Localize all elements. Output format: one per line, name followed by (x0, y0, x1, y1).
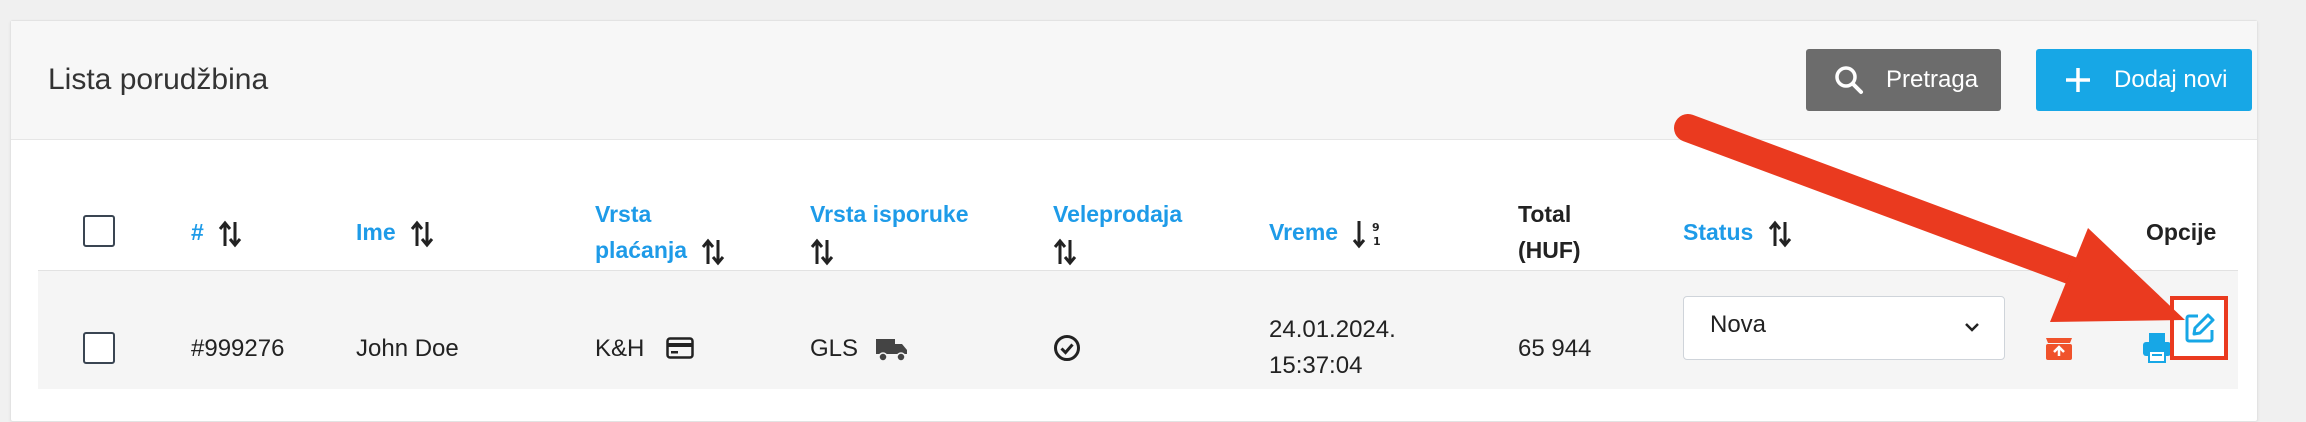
customer-name: John Doe (356, 335, 459, 362)
search-button[interactable]: Pretraga (1806, 49, 2001, 111)
svg-text:1: 1 (1373, 235, 1381, 248)
plus-icon (2066, 68, 2090, 92)
column-header-payment-line2: plaćanja (595, 237, 688, 263)
column-header-total-line1: Total (1518, 201, 1572, 227)
column-header-wholesale-label: Veleprodaja (1053, 201, 1183, 227)
order-id[interactable]: #999276 (191, 331, 284, 367)
column-header-id-label: # (191, 219, 204, 245)
sort-numeric-desc-icon: 9 1 (1353, 220, 1381, 249)
check-circle-icon (1054, 335, 1080, 361)
column-header-total: Total (HUF) (1518, 196, 1581, 268)
row-checkbox[interactable] (83, 332, 115, 364)
column-header-time-label: Vreme (1269, 219, 1339, 245)
add-new-button[interactable]: Dodaj novi (2036, 49, 2252, 111)
column-header-payment[interactable]: Vrsta plaćanja (595, 196, 725, 268)
sort-arrows-icon (702, 238, 725, 266)
column-header-delivery-label: Vrsta isporuke (810, 201, 969, 227)
column-header-name-label: Ime (356, 219, 396, 245)
sort-arrows-icon (219, 220, 242, 248)
add-new-button-label: Dodaj novi (2114, 66, 2228, 93)
sort-arrows-icon (1053, 238, 1077, 266)
credit-card-icon (666, 337, 694, 359)
sort-arrows-icon (410, 220, 434, 248)
column-header-wholesale[interactable]: Veleprodaja (1053, 196, 1182, 268)
search-icon (1835, 66, 1863, 94)
payment-method: K&H (595, 335, 645, 362)
search-button-label: Pretraga (1886, 66, 1979, 93)
column-header-name[interactable]: Ime (356, 214, 434, 250)
column-header-time[interactable]: Vreme 9 1 (1269, 214, 1382, 250)
order-time: 15:37:04 (1269, 352, 1363, 379)
column-header-total-line2: (HUF) (1518, 237, 1581, 263)
annotation-arrow (1674, 114, 2185, 322)
order-total: 65 944 (1518, 335, 1592, 362)
sort-arrows-icon (810, 238, 834, 266)
column-header-payment-line1: Vrsta (595, 201, 652, 227)
column-header-id[interactable]: # (191, 214, 242, 250)
truck-icon (876, 339, 907, 362)
page-title: Lista porudžbina (48, 63, 269, 96)
column-header-delivery[interactable]: Vrsta isporuke (810, 196, 969, 268)
svg-text:9: 9 (1372, 221, 1380, 234)
delivery-method: GLS (810, 335, 859, 362)
select-all-checkbox[interactable] (83, 215, 115, 247)
order-date: 24.01.2024. (1269, 316, 1396, 343)
